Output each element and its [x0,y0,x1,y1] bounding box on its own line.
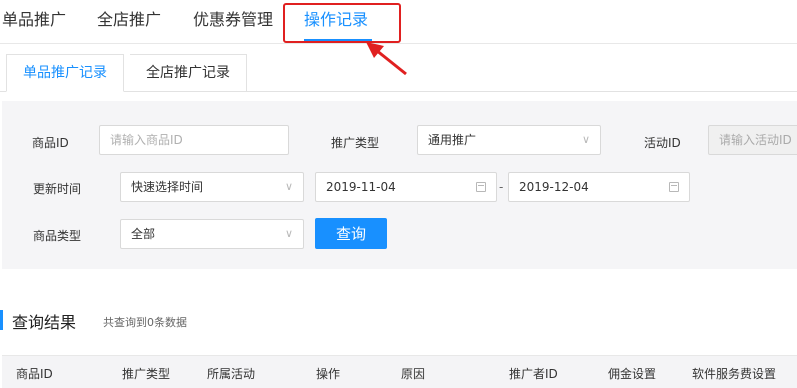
update-time-label: 更新时间 [33,182,82,196]
chevron-down-icon: ∨ [284,180,293,193]
calendar-icon [669,182,679,192]
activity-id-input[interactable]: 请输入活动ID [708,125,797,155]
product-type-value: 全部 [131,227,156,241]
activity-id-placeholder: 请输入活动ID [719,133,792,147]
quick-time-value: 快速选择时间 [131,180,204,194]
start-date-input[interactable]: 2019-11-04 [315,172,497,202]
results-count: 共查询到0条数据 [103,316,187,329]
tab-single-product-promo[interactable]: 单品推广 [2,6,66,30]
promo-type-label: 推广类型 [331,136,380,150]
end-date-value: 2019-12-04 [519,180,589,194]
start-date-value: 2019-11-04 [326,180,396,194]
column-header: 所属活动 [207,367,256,381]
product-id-label: 商品ID [32,136,69,150]
tab-single-product-records[interactable]: 单品推广记录 [6,54,124,92]
activity-id-label: 活动ID [644,136,681,150]
column-header: 佣金设置 [608,367,657,381]
annotation-highlight-box [283,3,401,43]
promo-type-select[interactable]: 通用推广 ∨ [417,125,601,155]
product-type-select[interactable]: 全部 ∨ [120,219,304,249]
chevron-down-icon: ∨ [284,227,293,240]
column-header: 软件服务费设置 [692,367,777,381]
column-header: 操作 [316,367,341,381]
calendar-icon [476,182,486,192]
column-header: 商品ID [16,367,53,381]
product-id-input[interactable]: 请输入商品ID [99,125,289,155]
quick-time-select[interactable]: 快速选择时间 ∨ [120,172,304,202]
column-header: 推广类型 [122,367,171,381]
date-range-separator: - [499,180,504,194]
column-header: 推广者ID [509,367,558,381]
promo-type-value: 通用推广 [428,133,477,147]
end-date-input[interactable]: 2019-12-04 [508,172,690,202]
search-button[interactable]: 查询 [315,218,387,249]
product-type-label: 商品类型 [33,229,82,243]
product-id-placeholder: 请输入商品ID [110,133,183,147]
sub-tab-bar: 单品推广记录 全店推广记录 [0,54,797,92]
section-accent-bar [0,310,3,330]
column-header: 原因 [401,367,426,381]
results-title: 查询结果 [12,313,77,332]
tab-coupon-management[interactable]: 优惠券管理 [193,6,273,30]
table-header: 商品ID 推广类型 所属活动 操作 原因 推广者ID 佣金设置 软件服务费设置 [2,355,797,388]
tab-store-records[interactable]: 全店推广记录 [130,54,247,92]
tab-store-promo[interactable]: 全店推广 [97,6,161,30]
chevron-down-icon: ∨ [581,133,590,146]
